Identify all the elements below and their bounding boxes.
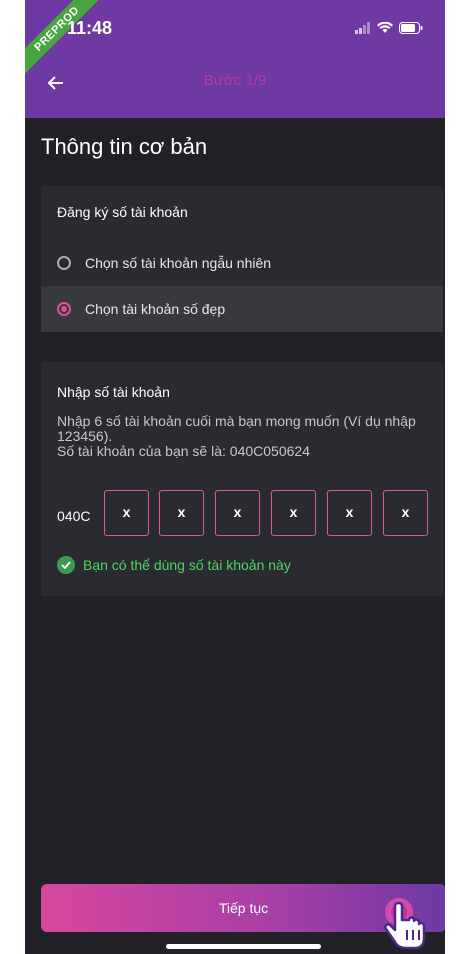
random-account-option[interactable]: Chọn số tài khoản ngẫu nhiên bbox=[41, 240, 443, 286]
status-icons bbox=[355, 22, 423, 34]
header-bar: PREPROD 11:48 Bước 1/9 bbox=[25, 0, 445, 118]
digit-input[interactable]: x bbox=[159, 490, 204, 536]
battery-icon bbox=[399, 22, 423, 34]
wifi-icon bbox=[377, 22, 393, 33]
signal-icon bbox=[355, 22, 370, 34]
pointer-hand-icon bbox=[384, 898, 426, 950]
account-type-card: Đăng ký số tài khoản Chọn số tài khoản n… bbox=[41, 186, 443, 332]
digit-input[interactable]: x bbox=[327, 490, 372, 536]
account-prefix: 040C bbox=[57, 508, 91, 524]
account-number-card: Nhập số tài khoản Nhập 6 số tài khoản cu… bbox=[41, 362, 443, 596]
step-indicator: Bước 1/9 bbox=[203, 72, 267, 89]
home-indicator bbox=[166, 944, 321, 949]
digit-input[interactable]: x bbox=[104, 490, 149, 536]
radio-unselected[interactable] bbox=[57, 256, 71, 270]
digit-input[interactable]: x bbox=[215, 490, 260, 536]
nice-account-option[interactable]: Chọn tài khoản số đẹp bbox=[41, 286, 443, 332]
validation-message: Bạn có thể dùng số tài khoản này bbox=[57, 556, 291, 574]
validation-text: Bạn có thể dùng số tài khoản này bbox=[83, 557, 291, 573]
preview-text: Số tài khoản của bạn sẽ là: 040C050624 bbox=[57, 443, 310, 459]
page-title: Thông tin cơ bản bbox=[41, 134, 208, 159]
option-label: Chọn tài khoản số đẹp bbox=[85, 301, 226, 317]
status-time: 11:48 bbox=[67, 18, 113, 38]
account-number-description: Nhập 6 số tài khoản cuối mà bạn mong muố… bbox=[57, 414, 433, 459]
digit-input[interactable]: x bbox=[271, 490, 316, 536]
check-icon bbox=[57, 556, 75, 574]
description-text: Nhập 6 số tài khoản cuối mà bạn mong muố… bbox=[57, 413, 416, 444]
account-type-title: Đăng ký số tài khoản bbox=[57, 204, 188, 220]
digit-input[interactable]: x bbox=[383, 490, 428, 536]
phone-screen: PREPROD 11:48 Bước 1/9 Thông tin cơ bản … bbox=[25, 0, 445, 954]
radio-selected[interactable] bbox=[57, 302, 71, 316]
option-label: Chọn số tài khoản ngẫu nhiên bbox=[85, 255, 272, 271]
account-number-title: Nhập số tài khoản bbox=[57, 384, 170, 400]
